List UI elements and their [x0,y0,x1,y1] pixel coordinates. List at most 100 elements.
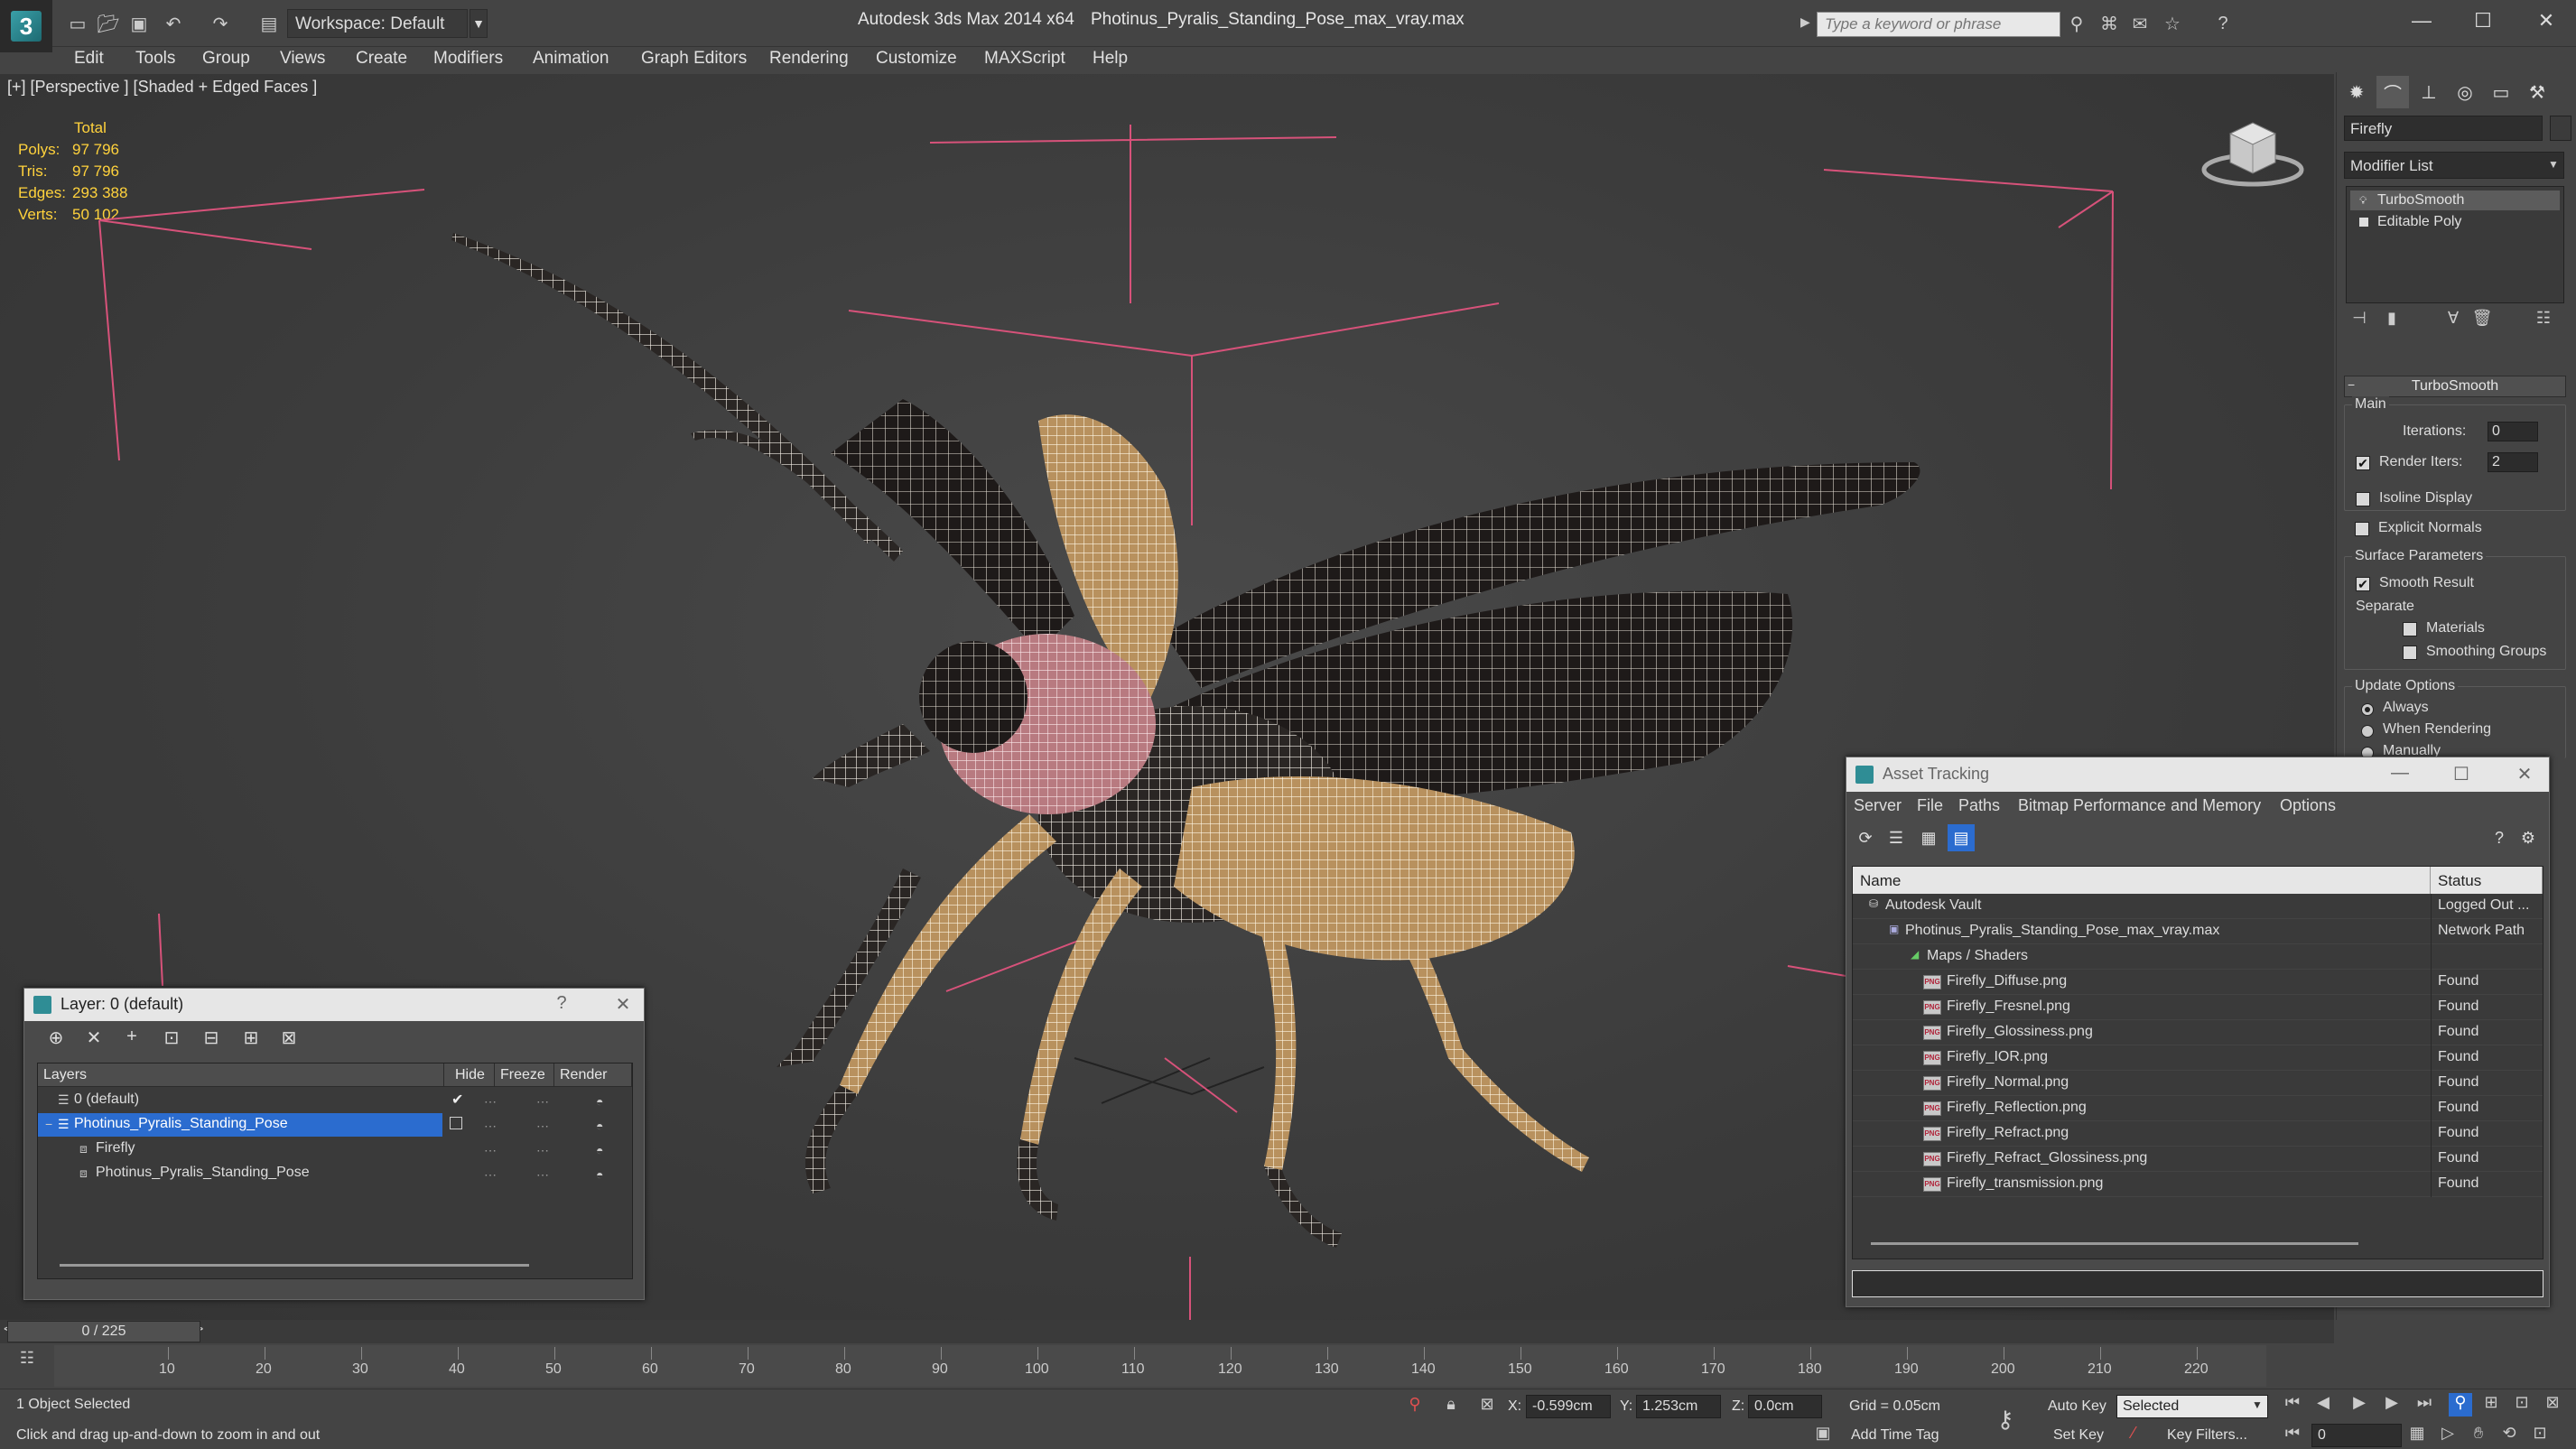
table-row[interactable]: PNG Firefly_Refract.png Found [1853,1121,2543,1147]
freeze-toggle[interactable]: ⋯ [536,1143,549,1158]
modify-tab-icon[interactable]: ⌒ [2376,76,2409,108]
create-tab-icon[interactable]: ✹ [2340,76,2373,108]
add-to-layer-icon[interactable]: + [118,1026,145,1052]
new-file-icon[interactable]: ▭ [65,11,90,36]
table-view-icon[interactable]: ▤ [1948,824,1975,851]
track-bar[interactable]: 10 20 30 40 50 60 70 80 90 100 110 120 1… [54,1345,2266,1387]
chevron-down-icon[interactable]: ▼ [2543,152,2564,179]
close-icon[interactable]: ✕ [2519,5,2573,36]
pan-view-icon[interactable]: ✋︎ [2467,1424,2490,1447]
table-row[interactable]: PNG Firefly_Diffuse.png Found [1853,970,2543,995]
hide-toggle[interactable]: ⋯ [484,1143,497,1158]
menu-rendering[interactable]: Rendering [769,49,849,69]
materials-checkbox[interactable] [2403,622,2417,636]
menu-create[interactable]: Create [356,49,407,69]
maximize-icon[interactable]: ☐ [2456,5,2510,36]
stack-item-turbosmooth[interactable]: TurboSmooth [2350,190,2560,210]
set-key-button[interactable]: Set Key [2053,1427,2104,1444]
layer-row[interactable]: 0 (default) ☰ ✔ ⋯ ⋯ ◓ [38,1089,632,1113]
asset-menu-bitmap[interactable]: Bitmap Performance and Memory [2018,796,2261,815]
asset-path-field[interactable] [1852,1270,2543,1297]
hide-toggle[interactable]: ⋯ [484,1167,497,1183]
horizontal-scrollbar[interactable] [60,1264,529,1267]
asset-menu-options[interactable]: Options [2280,796,2336,815]
current-frame-field[interactable]: 0 [2311,1424,2402,1447]
menu-edit[interactable]: Edit [74,49,104,69]
help-icon[interactable]: ? [548,993,575,1017]
time-tag-icon[interactable]: ▣ [1811,1424,1835,1447]
auto-key-button[interactable]: Auto Key [2048,1398,2106,1415]
column-header-hide[interactable]: Hide [444,1064,495,1087]
active-layer-check-icon[interactable]: ✔ [451,1091,463,1109]
object-name-field[interactable]: Firefly [2344,116,2543,141]
always-radio[interactable] [2361,703,2374,716]
select-in-layer-icon[interactable]: ⊡ [158,1026,185,1052]
create-layer-icon[interactable]: ⊕ [42,1026,70,1052]
search-input[interactable] [1817,12,2060,37]
layer-row[interactable]: Photinus_Pyralis_Standing_Pose − ☰ ⋯ ⋯ ◓ [38,1113,632,1138]
time-slider[interactable]: < > [0,1320,2334,1343]
table-row[interactable]: PNG Firefly_Reflection.png Found [1853,1096,2543,1121]
isolate-selection-icon[interactable]: ⚲ [1403,1395,1427,1418]
redo-icon[interactable]: ↷ [208,11,233,36]
remove-modifier-icon[interactable]: 🗑︎ [2469,309,2496,334]
column-header-layers[interactable]: Layers [38,1064,444,1087]
set-active-layer-box[interactable] [450,1117,462,1129]
x-coordinate-field[interactable]: -0.599cm [1526,1395,1611,1418]
render-teapot-icon[interactable]: ◓ [596,1119,603,1133]
key-icon[interactable]: ⚷ [1994,1406,2017,1433]
y-coordinate-field[interactable]: 1.253cm [1636,1395,1721,1418]
next-key-icon[interactable]: ▶ [2380,1393,2404,1416]
orbit-icon[interactable]: ⟲ [2497,1424,2521,1447]
hide-all-layers-icon[interactable]: ⊞ [237,1026,265,1052]
table-row[interactable]: ▣ Photinus_Pyralis_Standing_Pose_max_vra… [1853,919,2543,944]
close-icon[interactable]: ✕ [609,993,637,1017]
hide-toggle[interactable]: ⋯ [484,1119,497,1134]
menu-views[interactable]: Views [280,49,325,69]
communication-icon[interactable]: ✉ [2127,11,2153,36]
column-header-status[interactable]: Status [2431,867,2543,894]
render-teapot-icon[interactable]: ◓ [596,1167,603,1182]
save-file-icon[interactable]: ▣ [126,11,152,36]
chevron-down-icon[interactable]: ▼ [470,9,488,38]
asset-menu-server[interactable]: Server [1854,796,1902,815]
minimize-icon[interactable]: — [2386,763,2413,786]
iterations-spinner[interactable]: 0 [2488,422,2538,441]
goto-end-icon[interactable]: ⏭ [2413,1393,2436,1416]
key-filters-button[interactable]: Key Filters... [2167,1427,2247,1444]
goto-start-icon[interactable]: ⏮ [2281,1393,2304,1416]
object-row[interactable]: Photinus_Pyralis_Standing_Pose ⧈ ⋯ ⋯ ◓ [38,1162,632,1186]
column-header-render[interactable]: Render [554,1064,632,1087]
configure-sets-icon[interactable]: ☷ [2530,309,2557,334]
render-iters-spinner[interactable]: 2 [2488,452,2538,472]
render-teapot-icon[interactable]: ◓ [596,1143,603,1157]
menu-customize[interactable]: Customize [876,49,957,69]
table-row[interactable]: PNG Firefly_transmission.png Found [1853,1172,2543,1197]
zoom-extents-icon[interactable]: ⊡ [2510,1393,2534,1416]
help-icon[interactable]: ? [2210,11,2236,36]
set-key-brush-icon[interactable]: ⁄ [2122,1424,2145,1447]
help-icon[interactable]: ? [2486,824,2513,851]
isoline-display-checkbox[interactable] [2356,492,2370,506]
settings-icon[interactable]: ⚙ [2515,824,2542,851]
pin-stack-icon[interactable]: ⊣ [2346,309,2373,334]
bulb-icon[interactable]: 💡︎ [2359,194,2367,208]
expand-icon[interactable]: − [45,1117,52,1131]
refresh-icon[interactable]: ⟳ [1852,824,1879,851]
stack-item-editable-poly[interactable]: Editable Poly [2350,212,2560,232]
freeze-toggle[interactable]: ⋯ [536,1094,549,1110]
freeze-toggle[interactable]: ⋯ [536,1167,549,1183]
column-header-freeze[interactable]: Freeze [495,1064,554,1087]
asset-menu-paths[interactable]: Paths [1958,796,2000,815]
highlight-layer-icon[interactable]: ⊟ [198,1026,225,1052]
maximize-icon[interactable]: ☐ [2448,763,2475,786]
maximize-viewport-icon[interactable]: ⊡ [2528,1424,2552,1447]
object-row[interactable]: Firefly ⧈ ⋯ ⋯ ◓ [38,1138,632,1162]
render-teapot-icon[interactable]: ◓ [596,1094,603,1109]
freeze-all-layers-icon[interactable]: ⊠ [275,1026,302,1052]
binoculars-icon[interactable]: ⚲ [2064,11,2089,36]
play-icon[interactable]: ▶ [2348,1393,2371,1416]
selection-lock-icon[interactable]: 🔒︎ [1439,1395,1463,1418]
modifier-list-dropdown[interactable]: Modifier List [2344,152,2564,179]
menu-maxscript[interactable]: MAXScript [984,49,1065,69]
